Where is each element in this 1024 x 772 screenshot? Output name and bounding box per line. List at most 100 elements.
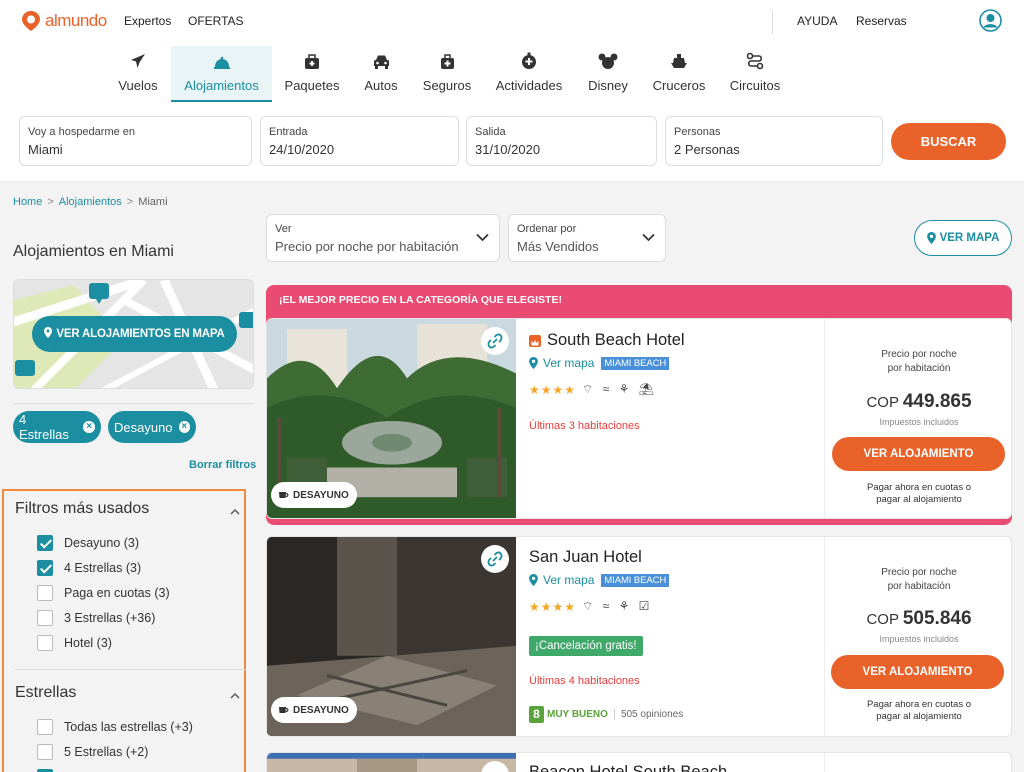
checkbox[interactable]: [37, 560, 53, 576]
breadcrumb-alojamientos[interactable]: Alojamientos: [59, 196, 122, 208]
tax-note: Impuestos incluidos: [879, 417, 959, 427]
hotel-map-link[interactable]: Ver mapa MIAMI BEACH: [529, 356, 670, 370]
filter-label: 3 Estrellas (+36): [64, 611, 156, 625]
ship-icon: [671, 54, 687, 68]
hotel-card[interactable]: Beacon Hotel South Beach: [266, 752, 1012, 772]
hotel-name[interactable]: San Juan Hotel: [529, 548, 642, 567]
destination-label: Voy a hospedarme en: [28, 126, 136, 138]
filter-4-estrellas[interactable]: 4 Estrellas (3): [37, 560, 141, 576]
hotel-name[interactable]: Beacon Hotel South Beach: [529, 763, 727, 772]
destination-field[interactable]: Voy a hospedarme en Miami: [19, 116, 252, 166]
checkbox[interactable]: [37, 744, 53, 760]
area-tag[interactable]: MIAMI BEACH: [601, 573, 670, 587]
user-account-icon[interactable]: [979, 9, 1002, 32]
reviews-count[interactable]: 505 opiniones: [613, 709, 683, 720]
link-icon[interactable]: [481, 327, 509, 355]
filter-paga-en-cuotas[interactable]: Paga en cuotas (3): [37, 585, 170, 601]
tab-autos[interactable]: Autos: [358, 46, 404, 102]
checkbox[interactable]: [37, 585, 53, 601]
price-value: 505.846: [902, 608, 972, 629]
tab-vuelos[interactable]: Vuelos: [108, 46, 168, 102]
hotel-photo[interactable]: [267, 753, 516, 772]
clear-filters-link[interactable]: Borrar filtros: [189, 459, 256, 471]
filter-3-estrellas[interactable]: 3 Estrellas (+36): [37, 610, 155, 626]
plane-icon: [131, 54, 145, 68]
payment-note: Pagar ahora en cuotas o pagar al alojamie…: [825, 482, 1011, 506]
map-preview[interactable]: VER ALOJAMIENTOS EN MAPA: [13, 279, 254, 389]
hotel-card[interactable]: DESAYUNO South Beach Hotel Ver mapa MIAM…: [266, 318, 1012, 519]
breadcrumb-separator: >: [47, 196, 54, 208]
search-button[interactable]: BUSCAR: [891, 123, 1006, 160]
hotel-card[interactable]: DESAYUNO San Juan Hotel Ver mapa MIAMI B…: [266, 536, 1012, 737]
view-value: Precio por noche por habitación: [275, 239, 459, 254]
currency: COP: [866, 611, 899, 628]
checkbox[interactable]: [37, 610, 53, 626]
tab-actividades[interactable]: Actividades: [491, 46, 567, 102]
price-column: Precio por noche por habitación COP 449.8…: [824, 319, 1011, 518]
badge-label: DESAYUNO: [293, 704, 349, 716]
chevron-up-icon[interactable]: [230, 507, 240, 517]
car-icon: [373, 55, 389, 69]
close-icon[interactable]: ×: [178, 421, 190, 433]
tab-disney[interactable]: Disney: [584, 46, 632, 102]
divider: [772, 10, 773, 34]
view-dropdown[interactable]: Ver Precio por noche por habitación: [266, 214, 500, 262]
guests-field[interactable]: Personas 2 Personas: [665, 116, 883, 166]
checkout-field[interactable]: Salida 31/10/2020: [466, 116, 657, 166]
link-icon[interactable]: [481, 761, 509, 772]
tab-paquetes[interactable]: Paquetes: [280, 46, 344, 102]
filter-chip-4-estrellas[interactable]: 4 Estrellas ×: [13, 411, 101, 443]
tab-cruceros[interactable]: Cruceros: [648, 46, 710, 102]
checkbox[interactable]: [37, 719, 53, 735]
tab-label: Cruceros: [652, 78, 706, 93]
promo-banner-text: ¡EL MEJOR PRECIO EN LA CATEGORÍA QUE ELE…: [279, 294, 562, 306]
view-hotel-button[interactable]: VER ALOJAMIENTO: [831, 655, 1004, 689]
product-tabs: Vuelos Alojamientos Paquetes Autos Segur…: [0, 44, 1024, 102]
close-icon[interactable]: ×: [83, 421, 95, 433]
guests-label: Personas: [674, 126, 721, 138]
checkbox[interactable]: [37, 535, 53, 551]
checkout-label: Salida: [475, 126, 506, 138]
filter-hotel[interactable]: Hotel (3): [37, 635, 112, 651]
logo-text: almundo: [45, 11, 107, 30]
filter-desayuno[interactable]: Desayuno (3): [37, 535, 139, 551]
hotel-rating[interactable]: 8 MUY BUENO 505 opiniones: [529, 706, 683, 723]
sort-dropdown[interactable]: Ordenar por Más Vendidos: [508, 214, 666, 262]
chevron-down-icon: [642, 233, 655, 242]
breakfast-badge: DESAYUNO: [271, 482, 357, 508]
price-column: [824, 753, 1011, 772]
breadcrumb-home[interactable]: Home: [13, 196, 42, 208]
chevron-down-icon: [476, 233, 489, 242]
amenity-icons: ⌔ ≈ ⚘ ☑: [582, 599, 653, 613]
tab-alojamientos[interactable]: Alojamientos: [171, 46, 272, 102]
checkin-field[interactable]: Entrada 24/10/2020: [260, 116, 459, 166]
nav-expertos[interactable]: Expertos: [124, 14, 171, 28]
tab-circuitos[interactable]: Circuitos: [725, 46, 785, 102]
hotel-map-link[interactable]: Ver mapa MIAMI BEACH: [529, 573, 670, 587]
hotel-name[interactable]: South Beach Hotel: [529, 331, 685, 350]
filter-label: 4 Estrellas (3): [64, 561, 142, 575]
star-rating: ★★★★: [529, 599, 577, 614]
nav-ofertas[interactable]: OFERTAS: [188, 14, 244, 28]
rating-text: MUY BUENO: [547, 709, 608, 720]
area-tag[interactable]: MIAMI BEACH: [601, 356, 670, 370]
chevron-up-icon[interactable]: [230, 691, 240, 701]
tab-seguros[interactable]: Seguros: [418, 46, 476, 102]
price: COP 505.846: [825, 608, 1011, 630]
view-map-button[interactable]: VER ALOJAMIENTOS EN MAPA: [32, 316, 237, 352]
filter-5-estrellas[interactable]: 5 Estrellas (+2): [37, 744, 148, 760]
almundo-logo[interactable]: almundo: [21, 10, 107, 32]
payment-line: Pagar ahora en cuotas o: [866, 482, 972, 493]
route-icon: [746, 52, 764, 70]
nav-reservas[interactable]: Reservas: [856, 14, 907, 28]
filter-todas-las-estrellas[interactable]: Todas las estrellas (+3): [37, 719, 193, 735]
checkbox[interactable]: [37, 635, 53, 651]
view-map-button[interactable]: VER MAPA: [914, 220, 1012, 256]
view-hotel-button[interactable]: VER ALOJAMIENTO: [832, 437, 1005, 471]
filter-label: Todas las estrellas (+3): [64, 720, 193, 734]
tab-label: Actividades: [495, 78, 563, 93]
link-icon[interactable]: [481, 545, 509, 573]
filter-chip-desayuno[interactable]: Desayuno ×: [108, 411, 196, 443]
nav-ayuda[interactable]: AYUDA: [797, 14, 837, 28]
price-value: 449.865: [902, 391, 972, 412]
